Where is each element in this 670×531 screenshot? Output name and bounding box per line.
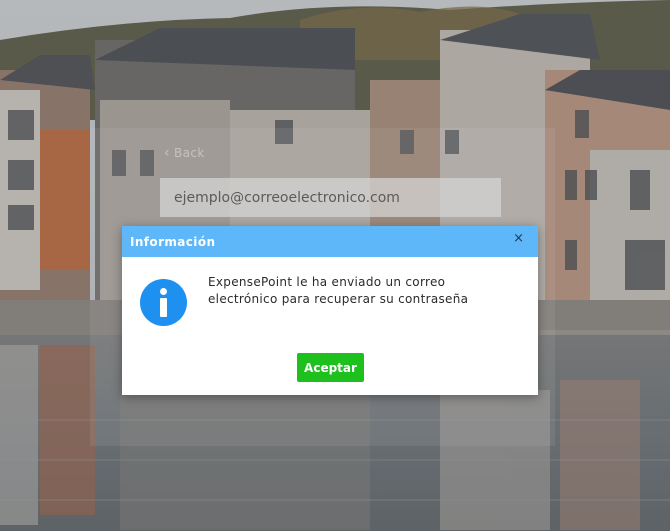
dialog-message: ExpensePoint le ha enviado un correo ele… [208,274,508,308]
info-icon [140,279,187,326]
dialog-header: Información × [122,226,538,257]
info-dialog: Información × ExpensePoint le ha enviado… [122,226,538,395]
accept-button[interactable]: Aceptar [297,353,364,382]
dialog-message-line: ExpensePoint le ha enviado un correo [208,275,446,289]
dialog-message-line: electrónico para recuperar su contraseña [208,292,469,306]
dialog-title: Información [130,234,216,249]
close-icon[interactable]: × [513,232,524,246]
